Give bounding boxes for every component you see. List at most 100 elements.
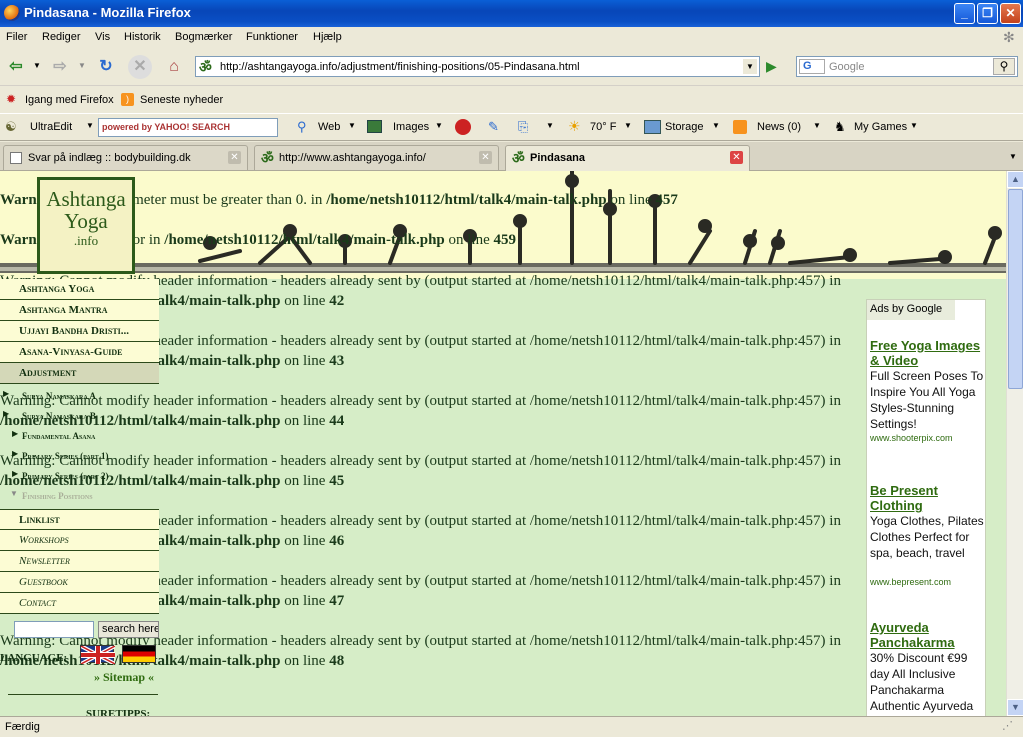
weather-dropdown-icon[interactable]: ▼ [624,121,632,130]
yahoo-search-input[interactable]: powered by YAHOO! SEARCH [98,118,278,137]
minimize-button[interactable]: _ [954,3,975,24]
search-bar[interactable]: G Google ⚲ [796,56,1018,77]
tab-label: Svar på indlæg :: bodybuilding.dk [28,152,191,164]
maximize-button[interactable]: ❐ [977,3,998,24]
scroll-up-icon[interactable]: ▲ [1007,171,1023,188]
close-button[interactable]: ✕ [1000,3,1021,24]
web-dropdown-icon[interactable]: ▼ [348,121,356,130]
news-button[interactable]: News (0) [757,121,801,133]
web-search-icon: ⚲ [297,119,307,134]
ultraedit-dropdown-icon[interactable]: ▼ [86,121,94,130]
expand-arrow-icon: ▶ [12,449,19,458]
images-button[interactable]: Images [393,121,429,133]
menu-hjaelp[interactable]: Hjælp [313,31,342,43]
nav-contact[interactable]: Contact [0,593,159,614]
site-logo[interactable]: Ashtanga Yoga .info [37,177,135,274]
forward-dropdown-icon[interactable]: ▼ [78,61,86,70]
back-button[interactable]: ⇦ [4,55,28,79]
divider [8,694,158,695]
weather-button[interactable]: 70° F [590,121,616,133]
tab-close-icon[interactable]: ✕ [228,151,241,164]
nav-ashtanga-mantra[interactable]: Ashtanga Mantra [0,300,159,321]
games-dropdown-icon[interactable]: ▼ [910,121,918,130]
bookmark-igang[interactable]: Igang med Firefox [25,94,114,106]
search-icon[interactable]: ⚲ [993,58,1015,75]
tab-close-icon[interactable]: ✕ [479,151,492,164]
clipboard-dropdown-icon[interactable]: ▼ [546,121,554,130]
reload-button[interactable]: ↻ [94,55,118,79]
nav-primary-series-1[interactable]: Primary Series (part 1) [22,451,109,461]
storage-dropdown-icon[interactable]: ▼ [712,121,720,130]
tools-icon[interactable]: ✎ [488,119,499,135]
menu-filer[interactable]: Filer [6,31,27,43]
storage-button[interactable]: Storage [665,121,704,133]
status-bar: Færdig ⋰ [0,716,1023,737]
images-dropdown-icon[interactable]: ▼ [435,121,443,130]
tab-close-icon[interactable]: ✕ [730,151,743,164]
ad-url[interactable]: www.shooterpix.com [870,433,953,443]
ad-url[interactable]: www.bepresent.com [870,577,951,587]
flag-de-icon[interactable] [122,645,156,663]
warning-mid: on line [280,293,330,309]
menu-rediger[interactable]: Rediger [42,31,81,43]
ad-title[interactable]: Ayurveda Panchakarma [870,620,982,650]
antispy-icon[interactable] [455,119,471,135]
page-icon [10,152,22,164]
clipboard-icon[interactable]: ⎘ [518,119,528,135]
scroll-down-icon[interactable]: ▼ [1007,699,1023,716]
url-text: http://ashtangayoga.info/adjustment/fini… [220,61,580,73]
ultraedit-button[interactable]: UltraEdit [30,121,72,133]
language-label: LANGUAGE: [0,652,68,664]
go-button[interactable]: ▶ [766,58,777,75]
sitemap-link[interactable]: » Sitemap « [94,670,154,685]
warning-mid: on line [280,653,330,669]
forward-button[interactable]: ⇨ [48,55,72,79]
menu-bogmaerker[interactable]: Bogmærker [175,31,232,43]
nav-primary-series-2[interactable]: Primary Series (part 2) [22,471,109,481]
url-bar[interactable]: ॐ http://ashtangayoga.info/adjustment/fi… [195,56,760,77]
tab-bodybuilding[interactable]: Svar på indlæg :: bodybuilding.dk ✕ [3,145,248,170]
vertical-scrollbar[interactable]: ▲ ▼ [1006,171,1023,716]
ad-text: Yoga Clothes, Pilates Clothes Perfect fo… [870,514,984,560]
news-dropdown-icon[interactable]: ▼ [813,121,821,130]
nav-adjustment[interactable]: Adjustment [0,363,159,384]
yoga-sequence-banner [0,171,1006,273]
nav-guestbook[interactable]: Guestbook [0,572,159,593]
tab-ashtangayoga[interactable]: ॐ http://www.ashtangayoga.info/ ✕ [254,145,499,170]
nav-surya-a[interactable]: Surya Namaskara A [22,391,96,401]
page-content: Ashtanga Yoga .info Warning: ...ngth par… [0,171,1006,716]
games-button[interactable]: My Games [854,121,907,133]
google-ads: Ads by Google Free Yoga Images & Video F… [866,299,986,716]
logo-line2: Yoga [64,209,108,233]
web-button[interactable]: Web [318,121,340,133]
nav-newsletter[interactable]: Newsletter [0,551,159,572]
ad-title[interactable]: Free Yoga Images & Video [870,338,982,368]
url-history-dropdown-icon[interactable]: ▼ [743,59,757,74]
flag-uk-icon[interactable] [80,644,116,666]
home-button[interactable]: ⌂ [162,55,186,79]
stop-button[interactable]: ✕ [128,55,152,79]
scroll-thumb[interactable] [1008,189,1023,389]
search-input[interactable]: Google [829,61,864,73]
menu-funktioner[interactable]: Funktioner [246,31,298,43]
warning-line: 44 [329,413,345,429]
site-search-input[interactable] [14,621,94,638]
nav-ujjayi[interactable]: Ujjayi Bandha Dristi... [0,321,159,342]
ads-by-google-label[interactable]: Ads by Google [867,300,955,320]
nav-workshops[interactable]: Workshops [0,530,159,551]
bookmark-seneste-nyheder[interactable]: Seneste nyheder [140,94,223,106]
menu-historik[interactable]: Historik [124,31,161,43]
search-here-button[interactable]: search here [98,621,159,638]
back-dropdown-icon[interactable]: ▼ [33,61,41,70]
nav-ashtanga-yoga[interactable]: Ashtanga Yoga [0,279,159,300]
ad-title[interactable]: Be Present Clothing [870,483,982,513]
nav-surya-b[interactable]: Surya Namaskara B [22,411,96,421]
tab-pindasana[interactable]: ॐ Pindasana ✕ [505,145,750,171]
menu-vis[interactable]: Vis [95,31,110,43]
nav-finishing-positions[interactable]: Finishing Positions [22,491,93,501]
search-engine-icon[interactable]: G [799,59,825,74]
nav-linklist[interactable]: Linklist [0,509,159,530]
nav-fundamental-asana[interactable]: Fundamental Asana [22,431,95,441]
nav-asana-vinyasa-guide[interactable]: Asana-Vinyasa-Guide [0,342,159,363]
tab-list-dropdown-icon[interactable]: ▼ [1009,152,1017,161]
